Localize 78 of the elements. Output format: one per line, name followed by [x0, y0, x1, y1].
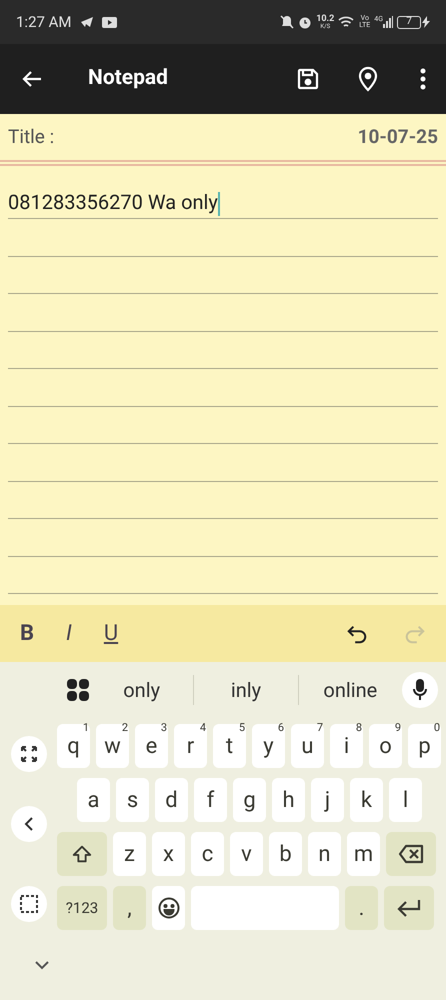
emoji-key[interactable]: [152, 886, 185, 930]
key-hint: 6: [278, 722, 284, 733]
video-icon: [102, 16, 117, 28]
key[interactable]: g: [233, 778, 266, 822]
microphone-button[interactable]: [402, 672, 438, 708]
key-hint: 1: [82, 722, 89, 733]
shift-key[interactable]: [57, 832, 107, 876]
key[interactable]: o 9: [369, 724, 402, 768]
key-hint: 8: [356, 722, 362, 733]
emoji-icon: [156, 896, 180, 920]
enter-icon: [396, 898, 422, 918]
suggestion-chip[interactable]: online: [323, 675, 378, 705]
microphone-icon: [412, 679, 427, 701]
note-text[interactable]: 081283356270 Wa only: [8, 187, 218, 217]
time-text: 1:27 AM: [16, 12, 72, 33]
expand-icon: [20, 745, 38, 763]
key-hint: 5: [238, 722, 245, 733]
symbols-key[interactable]: ?123: [57, 886, 107, 930]
key-hint: 3: [160, 722, 167, 733]
bold-button[interactable]: B: [20, 617, 34, 650]
key[interactable]: a: [77, 778, 110, 822]
key[interactable]: z: [113, 832, 146, 876]
key[interactable]: x: [152, 832, 185, 876]
bell-muted-icon: [280, 15, 294, 29]
key[interactable]: n: [308, 832, 341, 876]
map-pin-icon[interactable]: [356, 66, 380, 92]
key[interactable]: j: [311, 778, 344, 822]
key[interactable]: r 4: [174, 724, 207, 768]
key[interactable]: y 6: [252, 724, 285, 768]
key[interactable]: s: [116, 778, 149, 822]
chevron-down-icon[interactable]: [34, 960, 50, 970]
chevron-left-icon: [24, 817, 34, 831]
key[interactable]: t 5: [213, 724, 246, 768]
battery-indicator: 7: [397, 16, 421, 28]
key-hint: 0: [434, 722, 440, 733]
back-chevron-button[interactable]: [10, 806, 46, 842]
charging-icon: [422, 16, 430, 28]
key-hint: 4: [200, 722, 206, 733]
key[interactable]: l: [389, 778, 422, 822]
italic-button[interactable]: I: [66, 617, 72, 650]
key[interactable]: i 8: [330, 724, 363, 768]
key[interactable]: e 3: [135, 724, 168, 768]
date-text: 10-07-25: [358, 124, 438, 150]
app-title: Notepad: [88, 65, 168, 92]
key-hint: 2: [122, 722, 128, 733]
backspace-key[interactable]: [386, 832, 436, 876]
title-label: Title :: [8, 124, 54, 150]
backspace-icon: [398, 843, 424, 865]
key[interactable]: k: [350, 778, 383, 822]
key[interactable]: q 1: [57, 724, 90, 768]
key-hint: 7: [316, 722, 323, 733]
wifi-icon: [338, 16, 356, 28]
key-hint: 9: [394, 722, 401, 733]
enter-key[interactable]: [384, 886, 434, 930]
more-options-icon[interactable]: [420, 68, 426, 90]
comma-key[interactable]: ,: [113, 886, 146, 930]
speed-text: 10.2: [316, 14, 334, 24]
dashed-square-icon: [18, 894, 38, 914]
select-button[interactable]: [10, 886, 46, 922]
key[interactable]: p 0: [408, 724, 441, 768]
apps-grid-icon[interactable]: [66, 678, 90, 702]
key[interactable]: c: [191, 832, 224, 876]
key[interactable]: u 7: [291, 724, 324, 768]
expand-button[interactable]: [10, 736, 46, 772]
key[interactable]: b: [269, 832, 302, 876]
suggestion-chip[interactable]: only: [123, 675, 160, 705]
key[interactable]: m: [347, 832, 380, 876]
suggestion-chip[interactable]: inly: [230, 675, 262, 705]
key[interactable]: v: [230, 832, 263, 876]
key[interactable]: d: [155, 778, 188, 822]
key[interactable]: f: [194, 778, 227, 822]
alarm-icon: [298, 15, 312, 29]
period-key[interactable]: .: [345, 886, 378, 930]
signal-icon: [383, 16, 393, 28]
underline-button[interactable]: U: [104, 617, 118, 650]
key[interactable]: w 2: [96, 724, 129, 768]
key[interactable]: h: [272, 778, 305, 822]
shift-icon: [71, 843, 93, 865]
